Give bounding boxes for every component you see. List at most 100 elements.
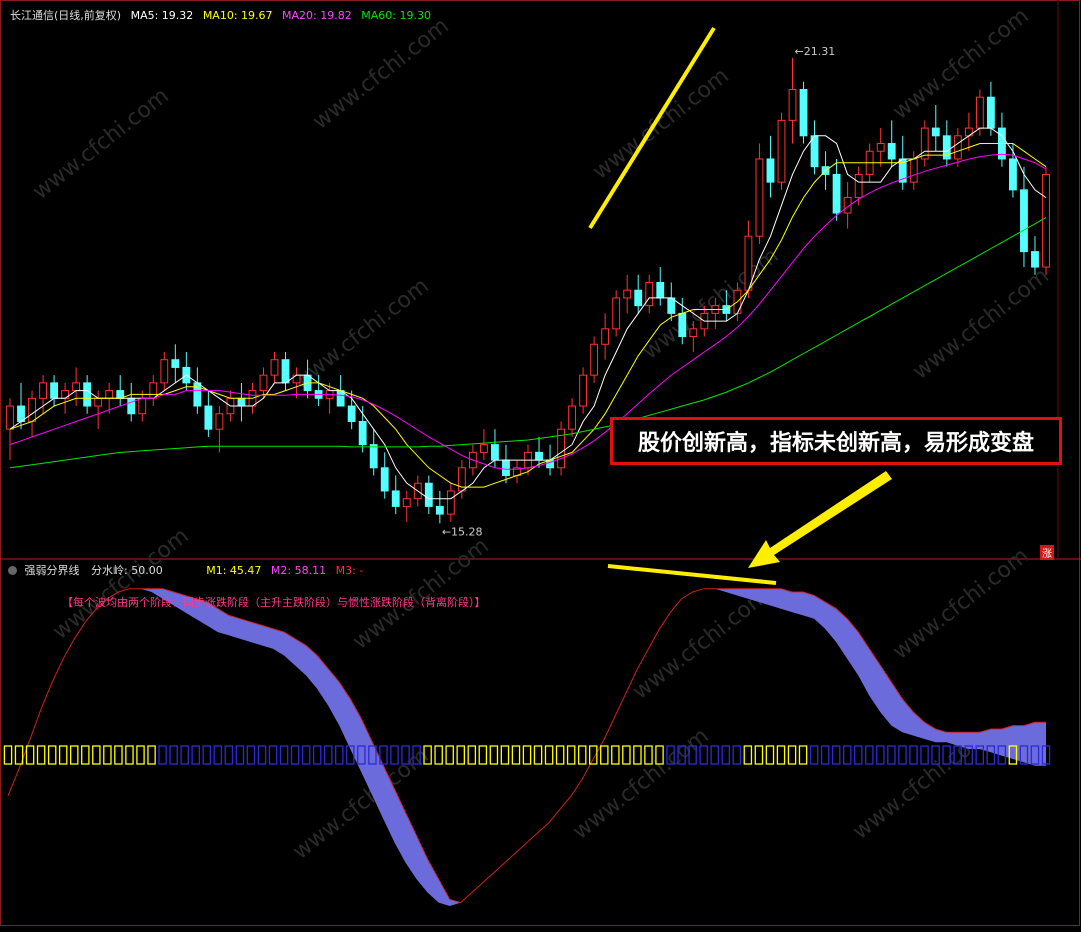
- strong-block: [114, 745, 123, 765]
- weak-block: [257, 745, 267, 765]
- strong-block: [600, 745, 609, 765]
- weak-block: [876, 745, 885, 765]
- candle-up: [446, 490, 455, 515]
- ma60-legend: MA60: 19.30: [361, 9, 431, 22]
- candle-down: [931, 127, 940, 137]
- weak-block: [312, 745, 322, 765]
- candle-down: [171, 359, 180, 368]
- candle-up: [777, 119, 786, 183]
- candle-down: [369, 444, 378, 469]
- candle-up: [149, 382, 158, 399]
- candle-down: [832, 173, 841, 214]
- candle-up: [975, 96, 984, 129]
- weak-block: [920, 745, 929, 765]
- top-pane-header: 长江通信(日线,前复权) MA5: 19.32 MA10: 19.67 MA20…: [10, 7, 431, 23]
- strong-block: [136, 745, 145, 765]
- strong-block: [776, 745, 786, 765]
- candle-up: [160, 359, 169, 384]
- price-high-label: ←21.31: [795, 45, 836, 58]
- weak-block: [180, 745, 189, 765]
- trend-annotation-line: [588, 26, 716, 230]
- strong-block: [445, 745, 454, 765]
- weak-block: [202, 745, 212, 765]
- weak-block: [909, 745, 918, 765]
- weak-block: [809, 745, 819, 765]
- weak-block: [224, 745, 234, 765]
- strong-block: [566, 745, 576, 765]
- strength-band: [8, 588, 1046, 906]
- weak-block: [191, 745, 200, 765]
- strong-block: [25, 745, 35, 765]
- weak-block: [865, 745, 874, 765]
- watershed-legend: 分水岭: 50.00: [91, 564, 163, 577]
- weak-block: [235, 745, 245, 765]
- candle-up: [590, 343, 599, 376]
- strong-block: [36, 745, 46, 765]
- candle-up: [215, 413, 224, 430]
- strong-block: [3, 745, 13, 765]
- candle-down: [634, 289, 643, 307]
- candle-up: [259, 374, 268, 392]
- watermark-text: www.cfchi.com: [908, 263, 1053, 384]
- m2-legend: M2: 58.11: [270, 564, 327, 577]
- stock-title[interactable]: 长江通信(日线,前复权): [10, 9, 121, 22]
- watermark-text: www.cfchi.com: [588, 63, 733, 184]
- candle-up: [94, 397, 103, 407]
- weak-block: [831, 745, 841, 765]
- candle-up: [601, 328, 610, 345]
- candle-up: [479, 444, 488, 453]
- strong-block: [533, 745, 543, 765]
- candle-down: [83, 382, 92, 407]
- candle-up: [579, 374, 588, 407]
- indicator-settings-icon[interactable]: [8, 566, 17, 575]
- candle-down: [435, 505, 444, 515]
- candle-down: [1009, 158, 1017, 191]
- strong-block: [754, 745, 764, 765]
- watermark-text: www.cfchi.com: [568, 723, 713, 844]
- strong-block: [787, 745, 797, 765]
- strong-block: [633, 745, 642, 765]
- candle-up: [909, 158, 918, 183]
- weak-block: [898, 745, 907, 765]
- weak-block: [335, 745, 344, 765]
- candle-down: [1020, 189, 1028, 253]
- strong-block: [47, 745, 57, 765]
- watermark-text: www.cfchi.com: [48, 523, 193, 644]
- candle-down: [336, 390, 345, 407]
- indicator-title[interactable]: 强弱分界线: [25, 564, 80, 577]
- candle-up: [612, 297, 621, 330]
- candle-down: [810, 135, 819, 168]
- strong-block: [92, 745, 101, 765]
- chart-stage: www.cfchi.com www.cfchi.com www.cfchi.com w…: [0, 0, 1081, 928]
- candle-down: [1031, 251, 1039, 268]
- bottom-pane-header: 强弱分界线 分水岭: 50.00 M1: 45.47 M2: 58.11 M3:…: [8, 562, 363, 578]
- strong-block: [544, 745, 554, 765]
- candle-down: [678, 312, 687, 338]
- weak-block: [158, 745, 167, 765]
- strong-block: [577, 745, 587, 765]
- strong-block: [125, 745, 134, 765]
- ma5-legend: MA5: 19.32: [130, 9, 194, 22]
- candle-up: [6, 405, 14, 430]
- strong-block: [743, 745, 753, 765]
- strong-block: [511, 745, 521, 765]
- candle-up: [568, 405, 577, 430]
- ma20-legend: MA20: 19.82: [282, 9, 352, 22]
- candle-down: [667, 297, 676, 314]
- candle-down: [358, 420, 367, 446]
- candle-down: [887, 143, 896, 160]
- weak-block: [721, 745, 731, 765]
- candle-down: [656, 282, 665, 299]
- candle-up: [1042, 173, 1050, 268]
- candle-down: [127, 397, 136, 415]
- candle-down: [281, 359, 290, 384]
- candle-down: [424, 482, 433, 507]
- strong-block: [147, 745, 156, 765]
- candle-up: [105, 390, 114, 399]
- strong-block: [456, 745, 465, 765]
- strong-block: [522, 745, 532, 765]
- weak-block: [246, 745, 256, 765]
- candle-down: [535, 451, 543, 461]
- callout-box: 股价创新高，指标未创新高，易形成变盘: [610, 417, 1062, 465]
- price-low-label: ←15.28: [442, 525, 483, 538]
